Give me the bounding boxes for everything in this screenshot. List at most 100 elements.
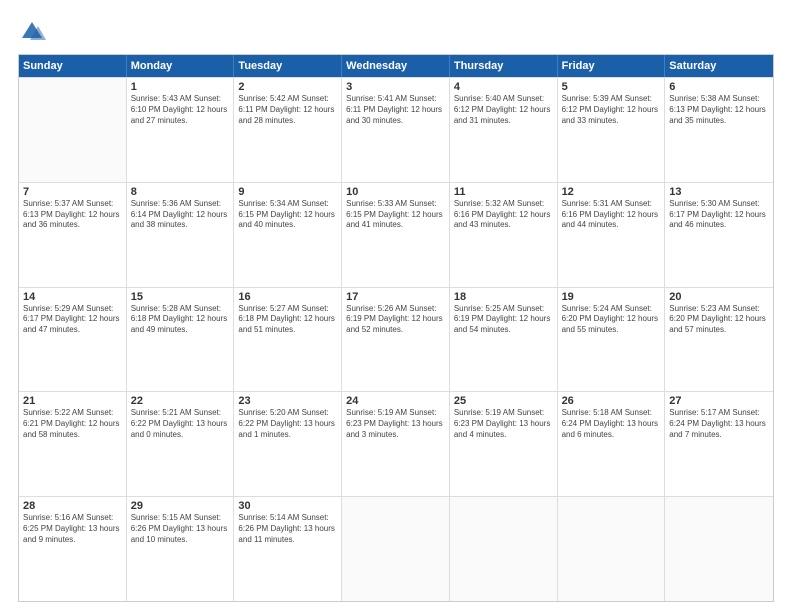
calendar-cell: 2Sunrise: 5:42 AM Sunset: 6:11 PM Daylig… [234,78,342,182]
page: SundayMondayTuesdayWednesdayThursdayFrid… [0,0,792,612]
day-info: Sunrise: 5:39 AM Sunset: 6:12 PM Dayligh… [562,94,661,126]
calendar-cell: 6Sunrise: 5:38 AM Sunset: 6:13 PM Daylig… [665,78,773,182]
day-number: 16 [238,291,337,303]
calendar-cell: 10Sunrise: 5:33 AM Sunset: 6:15 PM Dayli… [342,183,450,287]
day-info: Sunrise: 5:42 AM Sunset: 6:11 PM Dayligh… [238,94,337,126]
calendar-cell: 26Sunrise: 5:18 AM Sunset: 6:24 PM Dayli… [558,392,666,496]
calendar-row-2: 7Sunrise: 5:37 AM Sunset: 6:13 PM Daylig… [19,182,773,287]
calendar-cell: 3Sunrise: 5:41 AM Sunset: 6:11 PM Daylig… [342,78,450,182]
day-number: 27 [669,395,769,407]
day-number: 30 [238,500,337,512]
day-info: Sunrise: 5:40 AM Sunset: 6:12 PM Dayligh… [454,94,553,126]
day-info: Sunrise: 5:38 AM Sunset: 6:13 PM Dayligh… [669,94,769,126]
day-number: 1 [131,81,230,93]
day-info: Sunrise: 5:18 AM Sunset: 6:24 PM Dayligh… [562,408,661,440]
day-info: Sunrise: 5:23 AM Sunset: 6:20 PM Dayligh… [669,304,769,336]
calendar-cell: 9Sunrise: 5:34 AM Sunset: 6:15 PM Daylig… [234,183,342,287]
day-info: Sunrise: 5:33 AM Sunset: 6:15 PM Dayligh… [346,199,445,231]
logo-icon [18,18,46,46]
calendar-cell: 7Sunrise: 5:37 AM Sunset: 6:13 PM Daylig… [19,183,127,287]
weekday-header-thursday: Thursday [450,55,558,77]
day-info: Sunrise: 5:31 AM Sunset: 6:16 PM Dayligh… [562,199,661,231]
day-info: Sunrise: 5:41 AM Sunset: 6:11 PM Dayligh… [346,94,445,126]
weekday-header-saturday: Saturday [665,55,773,77]
calendar-cell: 4Sunrise: 5:40 AM Sunset: 6:12 PM Daylig… [450,78,558,182]
day-number: 21 [23,395,122,407]
calendar-cell: 25Sunrise: 5:19 AM Sunset: 6:23 PM Dayli… [450,392,558,496]
calendar-cell: 17Sunrise: 5:26 AM Sunset: 6:19 PM Dayli… [342,288,450,392]
calendar-cell [450,497,558,601]
header [18,18,774,46]
day-info: Sunrise: 5:43 AM Sunset: 6:10 PM Dayligh… [131,94,230,126]
day-number: 4 [454,81,553,93]
calendar-cell: 14Sunrise: 5:29 AM Sunset: 6:17 PM Dayli… [19,288,127,392]
day-info: Sunrise: 5:28 AM Sunset: 6:18 PM Dayligh… [131,304,230,336]
weekday-header-tuesday: Tuesday [234,55,342,77]
calendar-cell: 13Sunrise: 5:30 AM Sunset: 6:17 PM Dayli… [665,183,773,287]
day-info: Sunrise: 5:19 AM Sunset: 6:23 PM Dayligh… [454,408,553,440]
day-number: 24 [346,395,445,407]
calendar-cell: 21Sunrise: 5:22 AM Sunset: 6:21 PM Dayli… [19,392,127,496]
day-info: Sunrise: 5:15 AM Sunset: 6:26 PM Dayligh… [131,513,230,545]
calendar-cell [19,78,127,182]
calendar-cell: 28Sunrise: 5:16 AM Sunset: 6:25 PM Dayli… [19,497,127,601]
day-info: Sunrise: 5:25 AM Sunset: 6:19 PM Dayligh… [454,304,553,336]
day-number: 5 [562,81,661,93]
calendar-cell: 22Sunrise: 5:21 AM Sunset: 6:22 PM Dayli… [127,392,235,496]
calendar-row-5: 28Sunrise: 5:16 AM Sunset: 6:25 PM Dayli… [19,496,773,601]
day-info: Sunrise: 5:14 AM Sunset: 6:26 PM Dayligh… [238,513,337,545]
calendar-row-3: 14Sunrise: 5:29 AM Sunset: 6:17 PM Dayli… [19,287,773,392]
day-number: 22 [131,395,230,407]
calendar-cell [665,497,773,601]
day-info: Sunrise: 5:37 AM Sunset: 6:13 PM Dayligh… [23,199,122,231]
calendar-row-1: 1Sunrise: 5:43 AM Sunset: 6:10 PM Daylig… [19,77,773,182]
calendar-cell: 15Sunrise: 5:28 AM Sunset: 6:18 PM Dayli… [127,288,235,392]
day-info: Sunrise: 5:21 AM Sunset: 6:22 PM Dayligh… [131,408,230,440]
day-number: 8 [131,186,230,198]
logo [18,18,48,46]
day-number: 9 [238,186,337,198]
day-number: 26 [562,395,661,407]
day-number: 6 [669,81,769,93]
calendar-cell: 11Sunrise: 5:32 AM Sunset: 6:16 PM Dayli… [450,183,558,287]
day-info: Sunrise: 5:36 AM Sunset: 6:14 PM Dayligh… [131,199,230,231]
day-info: Sunrise: 5:32 AM Sunset: 6:16 PM Dayligh… [454,199,553,231]
calendar-cell: 12Sunrise: 5:31 AM Sunset: 6:16 PM Dayli… [558,183,666,287]
day-info: Sunrise: 5:30 AM Sunset: 6:17 PM Dayligh… [669,199,769,231]
day-number: 18 [454,291,553,303]
day-number: 23 [238,395,337,407]
day-number: 20 [669,291,769,303]
day-number: 7 [23,186,122,198]
day-info: Sunrise: 5:27 AM Sunset: 6:18 PM Dayligh… [238,304,337,336]
calendar-row-4: 21Sunrise: 5:22 AM Sunset: 6:21 PM Dayli… [19,391,773,496]
calendar-cell: 20Sunrise: 5:23 AM Sunset: 6:20 PM Dayli… [665,288,773,392]
calendar-cell: 5Sunrise: 5:39 AM Sunset: 6:12 PM Daylig… [558,78,666,182]
day-info: Sunrise: 5:16 AM Sunset: 6:25 PM Dayligh… [23,513,122,545]
day-info: Sunrise: 5:19 AM Sunset: 6:23 PM Dayligh… [346,408,445,440]
calendar-cell: 27Sunrise: 5:17 AM Sunset: 6:24 PM Dayli… [665,392,773,496]
day-number: 10 [346,186,445,198]
calendar-cell: 1Sunrise: 5:43 AM Sunset: 6:10 PM Daylig… [127,78,235,182]
day-number: 17 [346,291,445,303]
day-number: 2 [238,81,337,93]
calendar-cell: 29Sunrise: 5:15 AM Sunset: 6:26 PM Dayli… [127,497,235,601]
calendar-cell: 30Sunrise: 5:14 AM Sunset: 6:26 PM Dayli… [234,497,342,601]
weekday-header-wednesday: Wednesday [342,55,450,77]
calendar-cell: 18Sunrise: 5:25 AM Sunset: 6:19 PM Dayli… [450,288,558,392]
weekday-header-monday: Monday [127,55,235,77]
calendar-cell: 24Sunrise: 5:19 AM Sunset: 6:23 PM Dayli… [342,392,450,496]
day-number: 29 [131,500,230,512]
day-info: Sunrise: 5:17 AM Sunset: 6:24 PM Dayligh… [669,408,769,440]
day-number: 12 [562,186,661,198]
day-info: Sunrise: 5:34 AM Sunset: 6:15 PM Dayligh… [238,199,337,231]
day-number: 28 [23,500,122,512]
calendar-body: 1Sunrise: 5:43 AM Sunset: 6:10 PM Daylig… [19,77,773,601]
calendar-cell: 19Sunrise: 5:24 AM Sunset: 6:20 PM Dayli… [558,288,666,392]
day-info: Sunrise: 5:24 AM Sunset: 6:20 PM Dayligh… [562,304,661,336]
weekday-header-friday: Friday [558,55,666,77]
day-info: Sunrise: 5:20 AM Sunset: 6:22 PM Dayligh… [238,408,337,440]
calendar-cell [558,497,666,601]
weekday-header-sunday: Sunday [19,55,127,77]
calendar: SundayMondayTuesdayWednesdayThursdayFrid… [18,54,774,602]
calendar-cell [342,497,450,601]
